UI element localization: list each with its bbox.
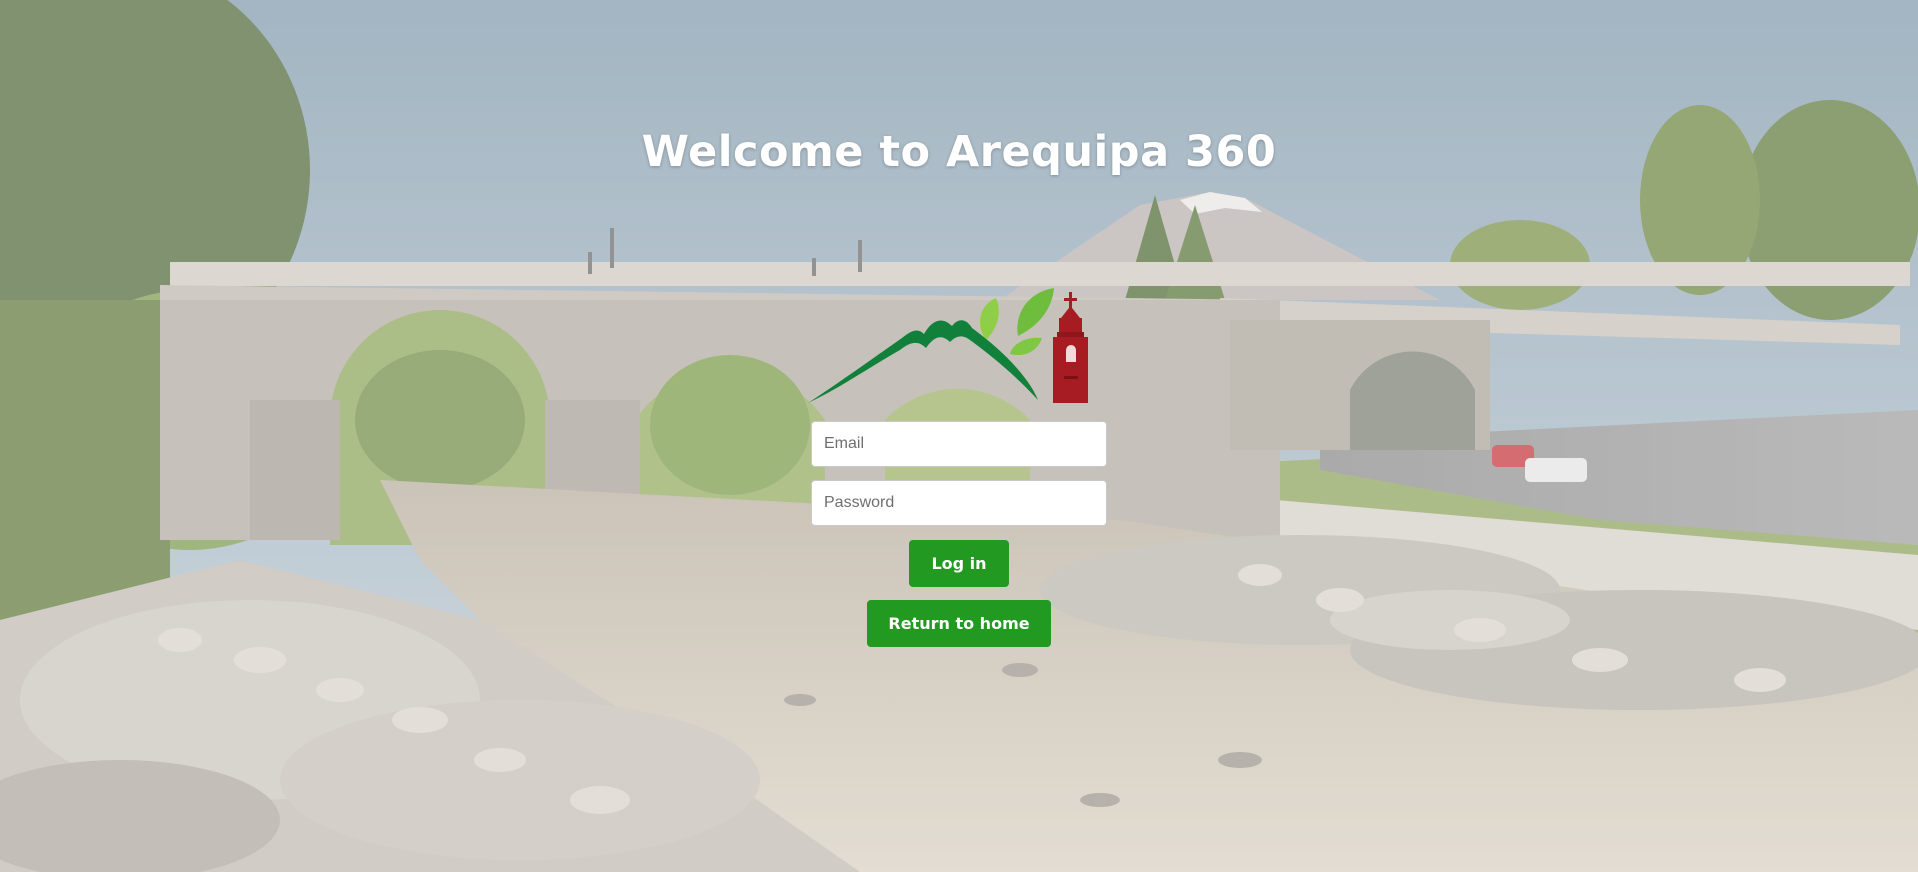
password-input[interactable] <box>811 480 1107 526</box>
login-button[interactable]: Log in <box>909 540 1009 587</box>
arequipa-logo <box>808 288 1088 403</box>
email-input[interactable] <box>811 421 1107 467</box>
return-to-home-button[interactable]: Return to home <box>867 600 1051 647</box>
page-title: Welcome to Arequipa 360 <box>641 126 1277 177</box>
login-page: Welcome to Arequipa 360 Log in Return to… <box>0 0 1918 872</box>
